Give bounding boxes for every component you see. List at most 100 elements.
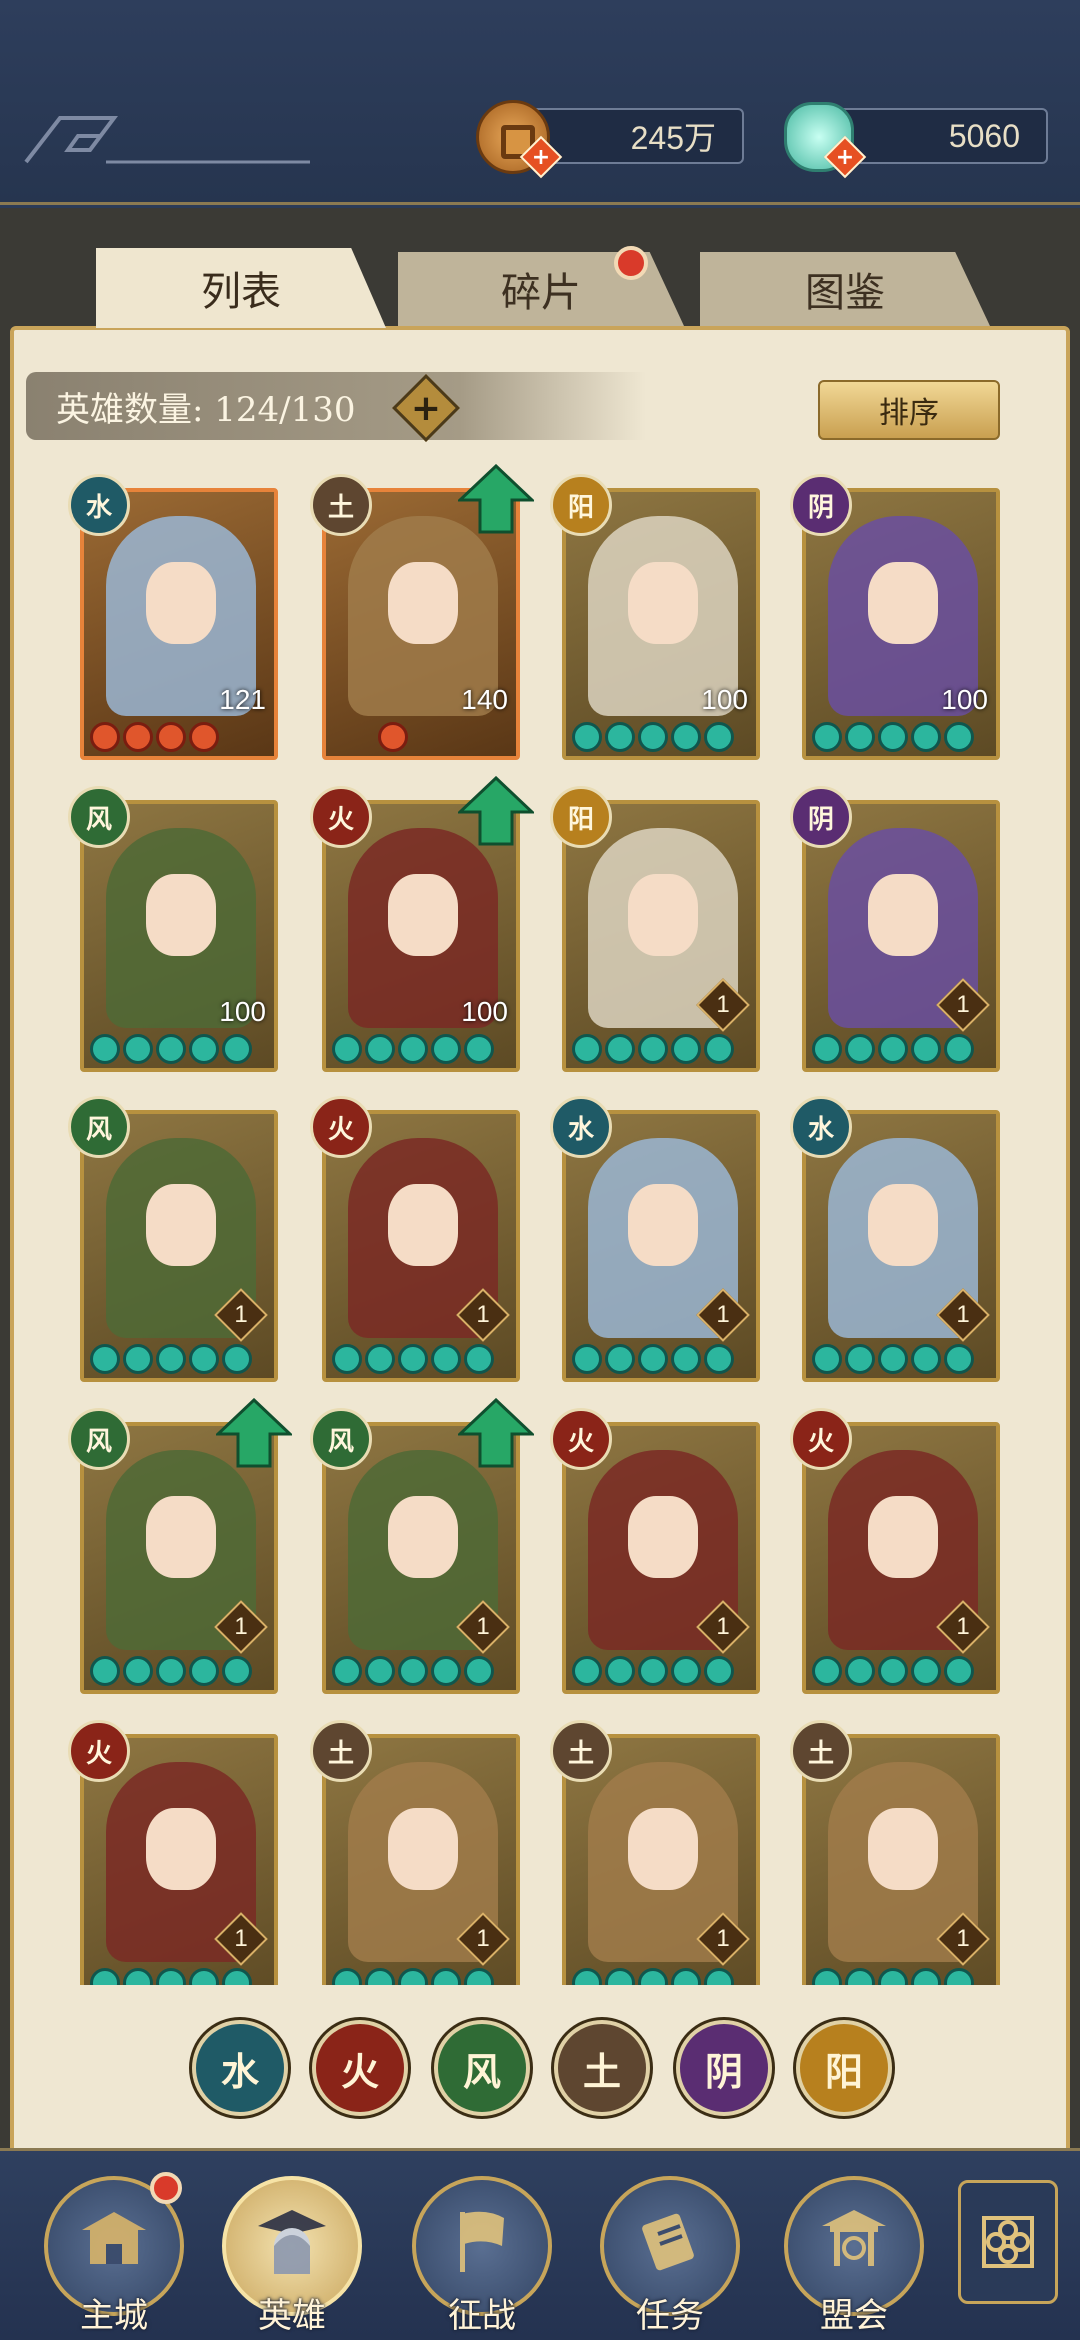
filter-earth-button[interactable]: 土 (554, 2020, 650, 2116)
star-icon (332, 1034, 362, 1064)
star-icon (911, 1344, 941, 1374)
star-icon (638, 1656, 668, 1686)
hero-level: 121 (219, 684, 266, 715)
upgrade-arrow-icon (216, 1398, 292, 1468)
star-icon (878, 722, 908, 752)
star-rating (332, 1034, 494, 1064)
nav-hero-label: 英雄 (258, 2296, 326, 2336)
nav-quest-label: 任务 (636, 2296, 704, 2336)
hero-face (388, 562, 458, 644)
hero-face (146, 1496, 216, 1578)
star-icon (944, 1344, 974, 1374)
hero-face (868, 1808, 938, 1890)
star-rating (90, 722, 219, 752)
star-icon (90, 1344, 120, 1374)
hero-face (388, 1496, 458, 1578)
star-rating (572, 1034, 734, 1064)
element-badge-icon: 水 (790, 1096, 852, 1158)
star-icon (638, 1344, 668, 1374)
star-icon (605, 1656, 635, 1686)
star-rating (90, 1344, 252, 1374)
star-icon (671, 722, 701, 752)
hero-face (868, 562, 938, 644)
filter-yang-button[interactable]: 阳 (796, 2020, 892, 2116)
star-icon (431, 1656, 461, 1686)
star-icon (671, 1656, 701, 1686)
hero-face (628, 874, 698, 956)
nav-alliance[interactable]: 盟会 (784, 2176, 924, 2336)
star-icon (812, 1034, 842, 1064)
element-badge-icon: 水 (550, 1096, 612, 1158)
star-icon (671, 1344, 701, 1374)
nav-alliance-label: 盟会 (820, 2296, 888, 2336)
filter-water-button[interactable]: 水 (192, 2020, 288, 2116)
element-badge-icon: 风 (68, 1096, 130, 1158)
hero-face (146, 562, 216, 644)
filter-fire-button[interactable]: 火 (312, 2020, 408, 2116)
star-icon (845, 1034, 875, 1064)
element-badge-icon: 风 (68, 786, 130, 848)
star-icon (944, 1656, 974, 1686)
star-icon (704, 722, 734, 752)
pavilion-icon (822, 2210, 886, 2266)
star-icon (572, 1034, 602, 1064)
element-badge-icon: 土 (310, 1720, 372, 1782)
star-icon (123, 1034, 153, 1064)
city-notification-dot (150, 2172, 182, 2204)
element-badge-icon: 土 (550, 1720, 612, 1782)
star-icon (156, 1656, 186, 1686)
star-icon (638, 1034, 668, 1064)
star-icon (605, 722, 635, 752)
upgrade-arrow-icon (458, 464, 534, 534)
hero-grid: 121 水 140 土 100 阳 100 阴 100 风 100 火 1 阳 1 阴 1 风 1 火 1 水 1 水 1 风 1 风… (0, 0, 1080, 1985)
nav-battle[interactable]: 征战 (412, 2176, 552, 2336)
element-badge-icon: 阳 (550, 786, 612, 848)
star-rating (572, 1344, 734, 1374)
star-icon (156, 1344, 186, 1374)
star-icon (812, 722, 842, 752)
star-icon (222, 1656, 252, 1686)
nav-battle-label: 征战 (448, 2296, 516, 2336)
hero-level: 100 (701, 684, 748, 715)
star-icon (878, 1344, 908, 1374)
star-icon (431, 1034, 461, 1064)
star-icon (878, 1034, 908, 1064)
star-icon (90, 722, 120, 752)
star-icon (812, 1344, 842, 1374)
star-icon (605, 1344, 635, 1374)
star-icon (812, 1656, 842, 1686)
filter-wind-button[interactable]: 风 (434, 2020, 530, 2116)
filter-yin-button[interactable]: 阴 (676, 2020, 772, 2116)
star-icon (90, 1656, 120, 1686)
flower-menu-icon (982, 2216, 1034, 2268)
hero-face (388, 874, 458, 956)
star-icon (431, 1344, 461, 1374)
star-icon (572, 1344, 602, 1374)
star-icon (704, 1344, 734, 1374)
hero-face (628, 1496, 698, 1578)
star-icon (222, 1344, 252, 1374)
star-icon (911, 1656, 941, 1686)
star-icon (671, 1034, 701, 1064)
hero-face (868, 1496, 938, 1578)
star-icon (123, 1344, 153, 1374)
hero-face (388, 1808, 458, 1890)
scroll-icon (642, 2213, 694, 2271)
element-badge-icon: 土 (790, 1720, 852, 1782)
star-icon (365, 1656, 395, 1686)
element-badge-icon: 阴 (790, 786, 852, 848)
star-rating (812, 1344, 974, 1374)
nav-hero[interactable]: 英雄 (222, 2176, 362, 2336)
star-icon (123, 1656, 153, 1686)
element-badge-icon: 阳 (550, 474, 612, 536)
more-menu-button[interactable] (958, 2180, 1058, 2304)
star-icon (156, 1034, 186, 1064)
hero-level: 140 (461, 684, 508, 715)
war-banner-icon (460, 2211, 504, 2272)
star-rating (572, 1656, 734, 1686)
nav-quest[interactable]: 任务 (600, 2176, 740, 2336)
star-icon (332, 1344, 362, 1374)
element-badge-icon: 火 (310, 1096, 372, 1158)
star-icon (398, 1656, 428, 1686)
star-icon (365, 1034, 395, 1064)
